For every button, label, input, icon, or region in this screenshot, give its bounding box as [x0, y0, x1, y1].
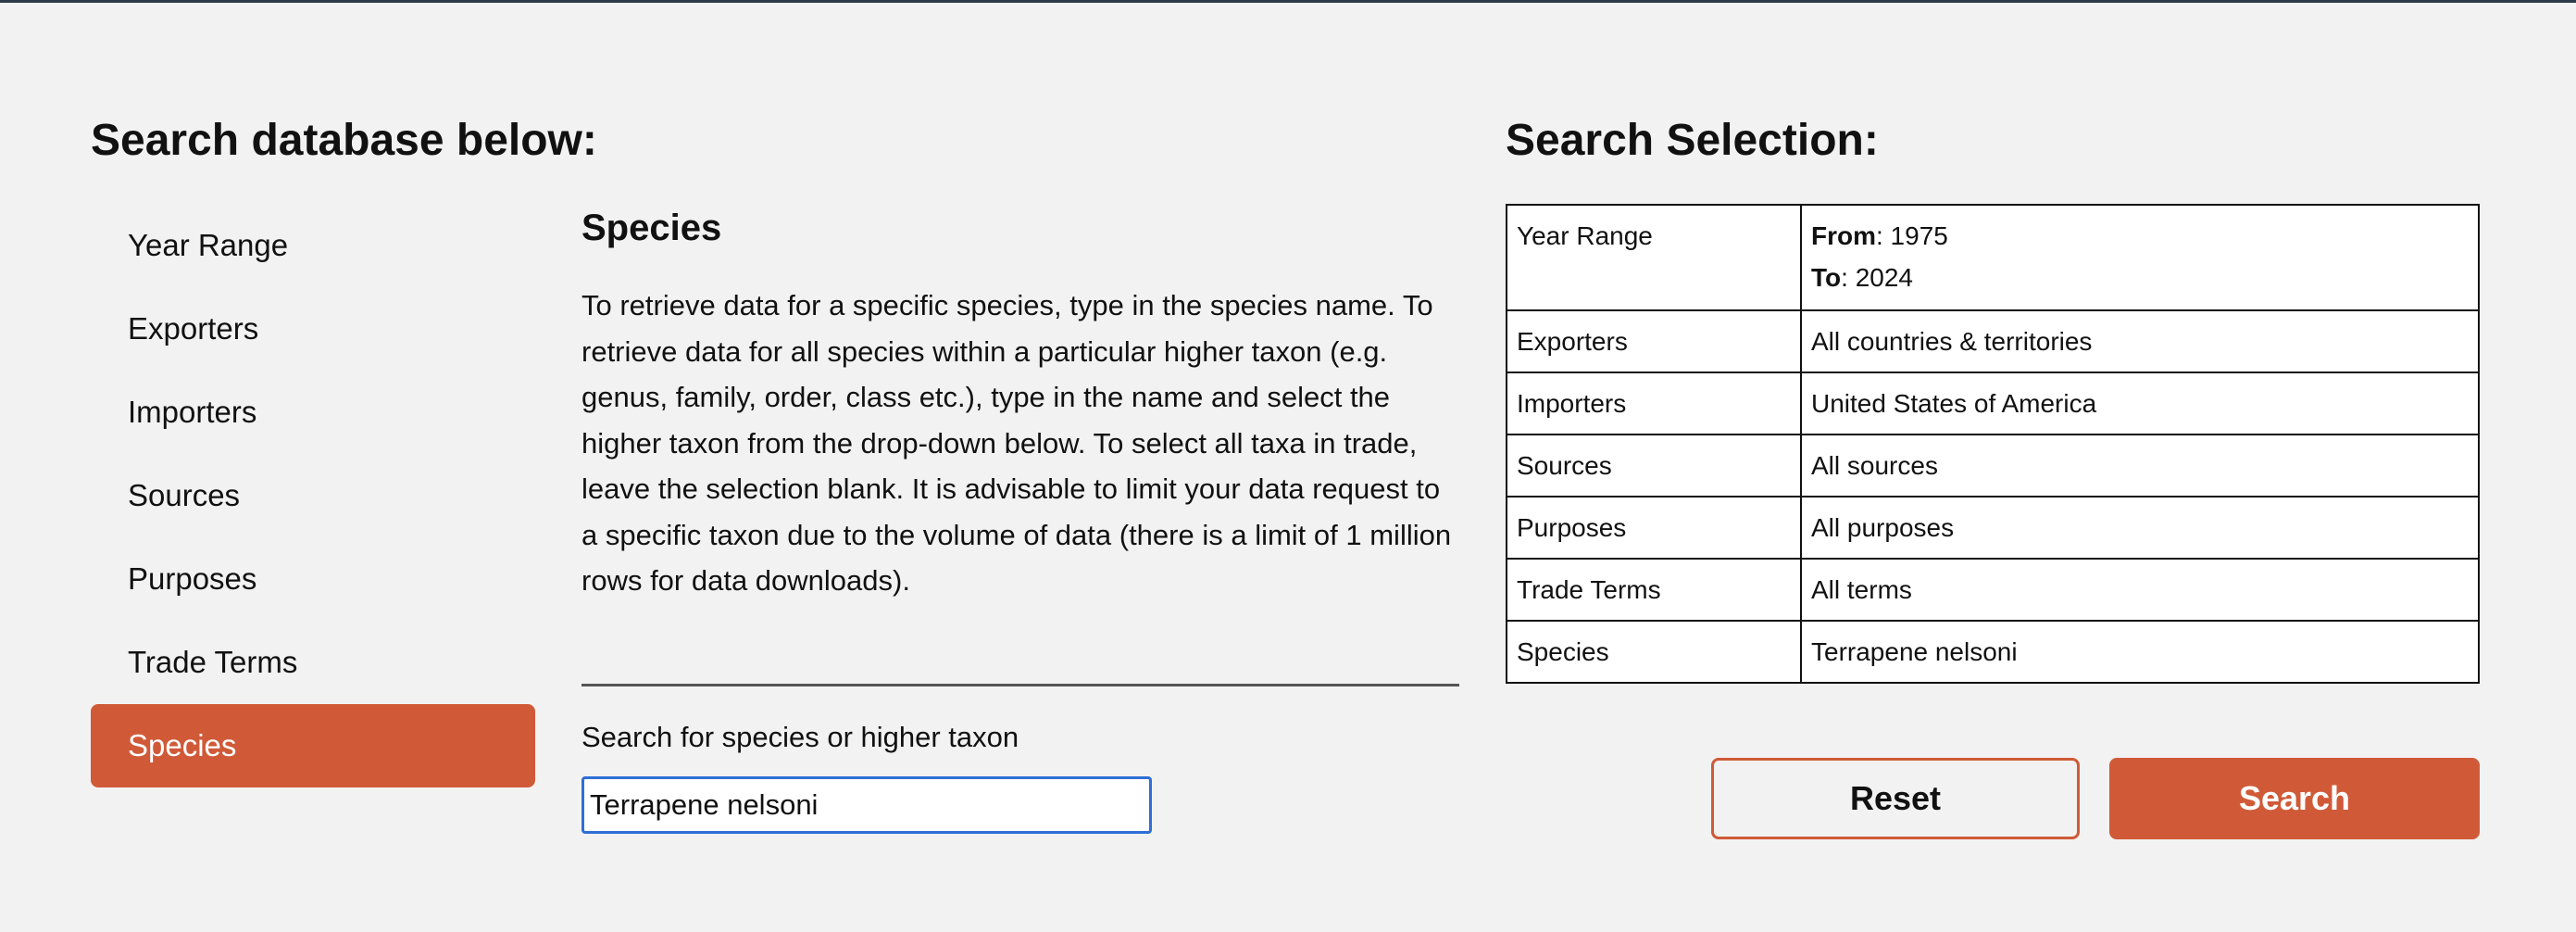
selection-key: Exporters [1506, 309, 1802, 373]
reset-button[interactable]: Reset [1711, 758, 2080, 839]
selection-value: Terrapene nelsoni [1800, 620, 2480, 684]
panel-title: Species [581, 208, 722, 248]
search-database-heading: Search database below: [91, 116, 597, 165]
top-border [0, 0, 2576, 3]
species-panel: Species To retrieve data for a specific … [581, 208, 1459, 604]
sidebar-item-purposes[interactable]: Purposes [91, 537, 535, 621]
sidebar-item-importers[interactable]: Importers [91, 371, 535, 454]
selection-value: All countries & territories [1800, 309, 2480, 373]
selection-value: All sources [1800, 434, 2480, 497]
sidebar-item-sources[interactable]: Sources [91, 454, 535, 537]
table-row: Species Terrapene nelsoni [1506, 620, 2480, 684]
selection-value: All purposes [1800, 496, 2480, 560]
selection-key: Species [1506, 620, 1802, 684]
selection-value: All terms [1800, 558, 2480, 622]
sidebar-item-trade-terms[interactable]: Trade Terms [91, 621, 535, 704]
panel-divider [581, 684, 1459, 686]
selection-key: Year Range [1506, 204, 1802, 311]
table-row: Sources All sources [1506, 434, 2480, 497]
page: Search database below: Search Selection:… [0, 0, 2576, 932]
selection-key: Importers [1506, 372, 1802, 435]
selection-value: United States of America [1800, 372, 2480, 435]
selection-key: Trade Terms [1506, 558, 1802, 622]
year-from-label: From [1811, 221, 1876, 250]
sidebar-item-species[interactable]: Species [91, 704, 535, 787]
year-to-label: To [1811, 263, 1842, 292]
selection-value: From: 1975 To: 2024 [1800, 204, 2480, 311]
table-row: Year Range From: 1975 To: 2024 [1506, 204, 2480, 311]
species-search-input[interactable] [581, 776, 1152, 834]
sidebar-item-year-range[interactable]: Year Range [91, 204, 535, 287]
search-button[interactable]: Search [2109, 758, 2480, 839]
year-from-value: : 1975 [1876, 221, 1948, 250]
selection-key: Purposes [1506, 496, 1802, 560]
year-to-value: : 2024 [1841, 263, 1913, 292]
table-row: Trade Terms All terms [1506, 558, 2480, 622]
sidebar-item-exporters[interactable]: Exporters [91, 287, 535, 371]
selection-key: Sources [1506, 434, 1802, 497]
table-row: Exporters All countries & territories [1506, 309, 2480, 373]
selection-summary-table: Year Range From: 1975 To: 2024 Exporters… [1506, 204, 2480, 684]
table-row: Importers United States of America [1506, 372, 2480, 435]
year-to: To: 2024 [1811, 257, 2469, 298]
filter-sidebar: Year Range Exporters Importers Sources P… [91, 204, 535, 787]
search-selection-heading: Search Selection: [1506, 116, 1879, 165]
table-row: Purposes All purposes [1506, 496, 2480, 560]
panel-description: To retrieve data for a specific species,… [581, 289, 1452, 597]
year-from: From: 1975 [1811, 215, 2469, 257]
species-search-label: Search for species or higher taxon [581, 721, 1019, 753]
